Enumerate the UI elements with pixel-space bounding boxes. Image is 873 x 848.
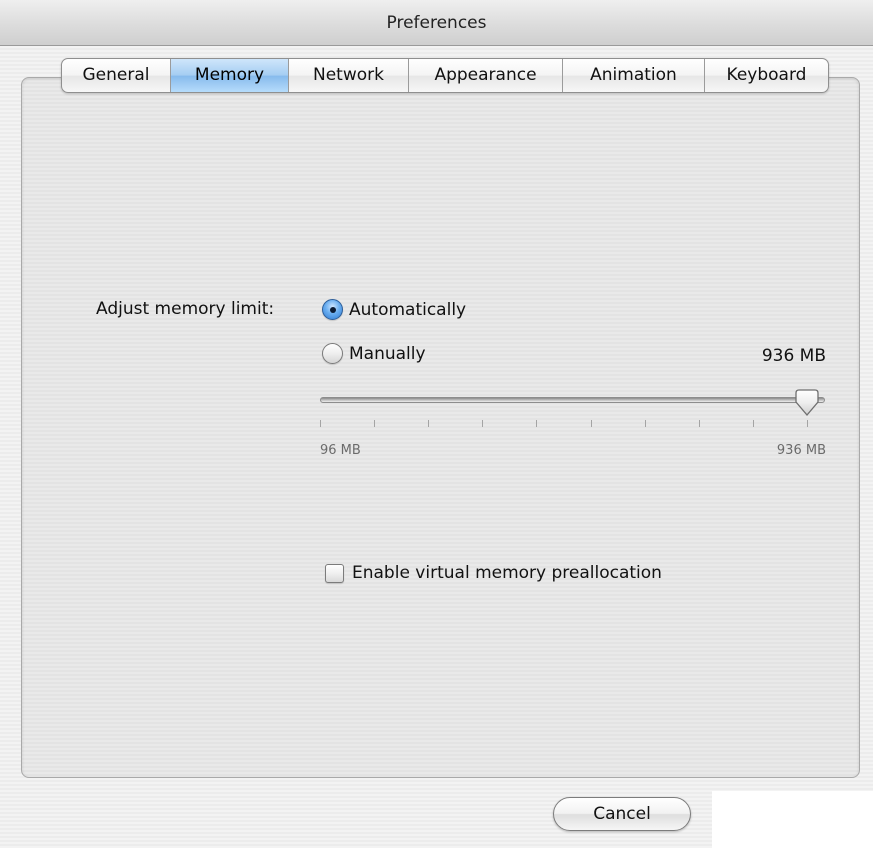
- slider-tick: [374, 420, 375, 427]
- preallocation-label[interactable]: Enable virtual memory preallocation: [352, 563, 662, 583]
- slider-tick: [753, 420, 754, 427]
- window-title: Preferences: [386, 13, 487, 33]
- slider-ticks: [320, 420, 808, 428]
- slider-tick: [699, 420, 700, 427]
- memory-slider-track[interactable]: [320, 397, 825, 403]
- radio-automatically-label[interactable]: Automatically: [349, 300, 466, 320]
- slider-tick: [320, 420, 321, 427]
- radio-automatically[interactable]: Automatically: [322, 299, 466, 320]
- slider-tick: [591, 420, 592, 427]
- preallocation-option[interactable]: Enable virtual memory preallocation: [325, 563, 662, 583]
- radio-manually[interactable]: Manually: [322, 343, 426, 364]
- blank-area: [712, 791, 873, 848]
- preallocation-checkbox[interactable]: [325, 563, 344, 583]
- title-bar[interactable]: Preferences: [0, 0, 873, 46]
- slider-max-label: 936 MB: [776, 443, 826, 458]
- slider-tick: [807, 420, 808, 427]
- radio-dot: [330, 307, 336, 313]
- slider-tick: [428, 420, 429, 427]
- radio-button-selected[interactable]: [322, 299, 343, 320]
- memory-slider-knob[interactable]: [792, 388, 822, 418]
- tab-keyboard[interactable]: Keyboard: [704, 59, 828, 92]
- memory-value-readout: 936 MB: [761, 346, 826, 366]
- tab-animation[interactable]: Animation: [562, 59, 704, 92]
- tab-bar: General Memory Network Appearance Animat…: [61, 58, 829, 93]
- cancel-button[interactable]: Cancel: [553, 797, 691, 831]
- preferences-window: Preferences General Memory Network Appea…: [0, 0, 873, 848]
- tab-network[interactable]: Network: [288, 59, 408, 92]
- radio-manually-label[interactable]: Manually: [349, 344, 426, 364]
- slider-tick: [536, 420, 537, 427]
- tab-general[interactable]: General: [62, 59, 170, 92]
- tab-memory[interactable]: Memory: [170, 59, 288, 92]
- slider-min-label: 96 MB: [320, 443, 361, 458]
- slider-tick: [645, 420, 646, 427]
- adjust-memory-label: Adjust memory limit:: [96, 299, 275, 319]
- slider-tick: [482, 420, 483, 427]
- tab-appearance[interactable]: Appearance: [408, 59, 562, 92]
- radio-button[interactable]: [322, 343, 343, 364]
